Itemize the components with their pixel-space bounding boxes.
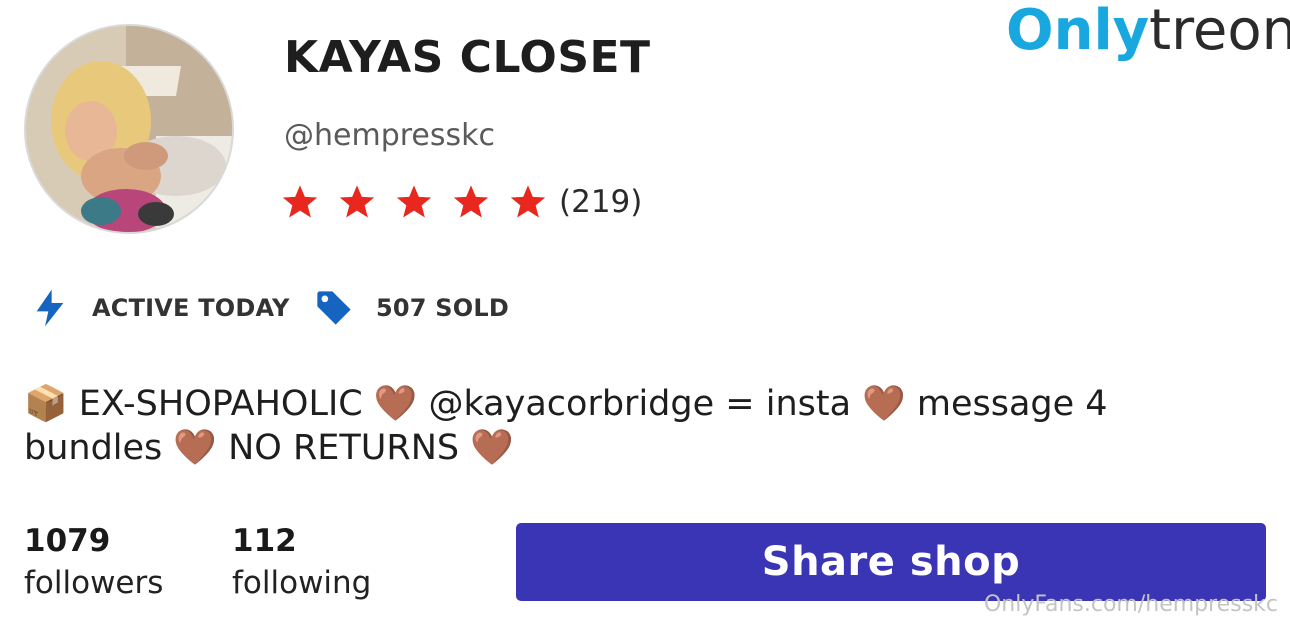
- star-icon: [453, 185, 489, 218]
- share-shop-button[interactable]: Share shop: [516, 523, 1266, 601]
- sold-count: 507 SOLD: [314, 288, 509, 328]
- lightning-bolt-icon: [36, 289, 64, 327]
- rating[interactable]: (219): [280, 182, 642, 222]
- brand-logo-part1: Only: [1006, 0, 1150, 63]
- star-icon: [339, 185, 375, 218]
- rating-count: (219): [559, 184, 643, 220]
- star-icon: [396, 185, 432, 218]
- watermark: OnlyFans.com/hempresskc: [983, 592, 1278, 617]
- profile-avatar[interactable]: [24, 24, 234, 234]
- following-label: following: [232, 565, 372, 601]
- star-icon: [282, 185, 318, 218]
- followers-stat[interactable]: 1079 followers: [24, 520, 163, 604]
- price-tag-icon: [317, 291, 351, 325]
- followers-label: followers: [24, 565, 164, 601]
- avatar-photo: [26, 26, 232, 232]
- followers-count: 1079: [24, 523, 111, 559]
- brand-logo: Onlytreon: [1006, 0, 1290, 62]
- following-count: 112: [232, 523, 297, 559]
- sold-count-label: 507 SOLD: [376, 294, 509, 322]
- following-stat[interactable]: 112 following: [232, 520, 371, 604]
- shop-name: KAYAS CLOSET: [284, 32, 651, 83]
- brand-logo-part2: treon: [1149, 0, 1290, 63]
- username-handle[interactable]: @hempresskc: [284, 118, 495, 153]
- active-status: ACTIVE TODAY: [30, 288, 290, 328]
- star-icon: [510, 185, 546, 218]
- profile-bio: 📦 EX-SHOPAHOLIC 🤎 @kayacorbridge = insta…: [24, 384, 1108, 468]
- active-status-label: ACTIVE TODAY: [92, 294, 290, 322]
